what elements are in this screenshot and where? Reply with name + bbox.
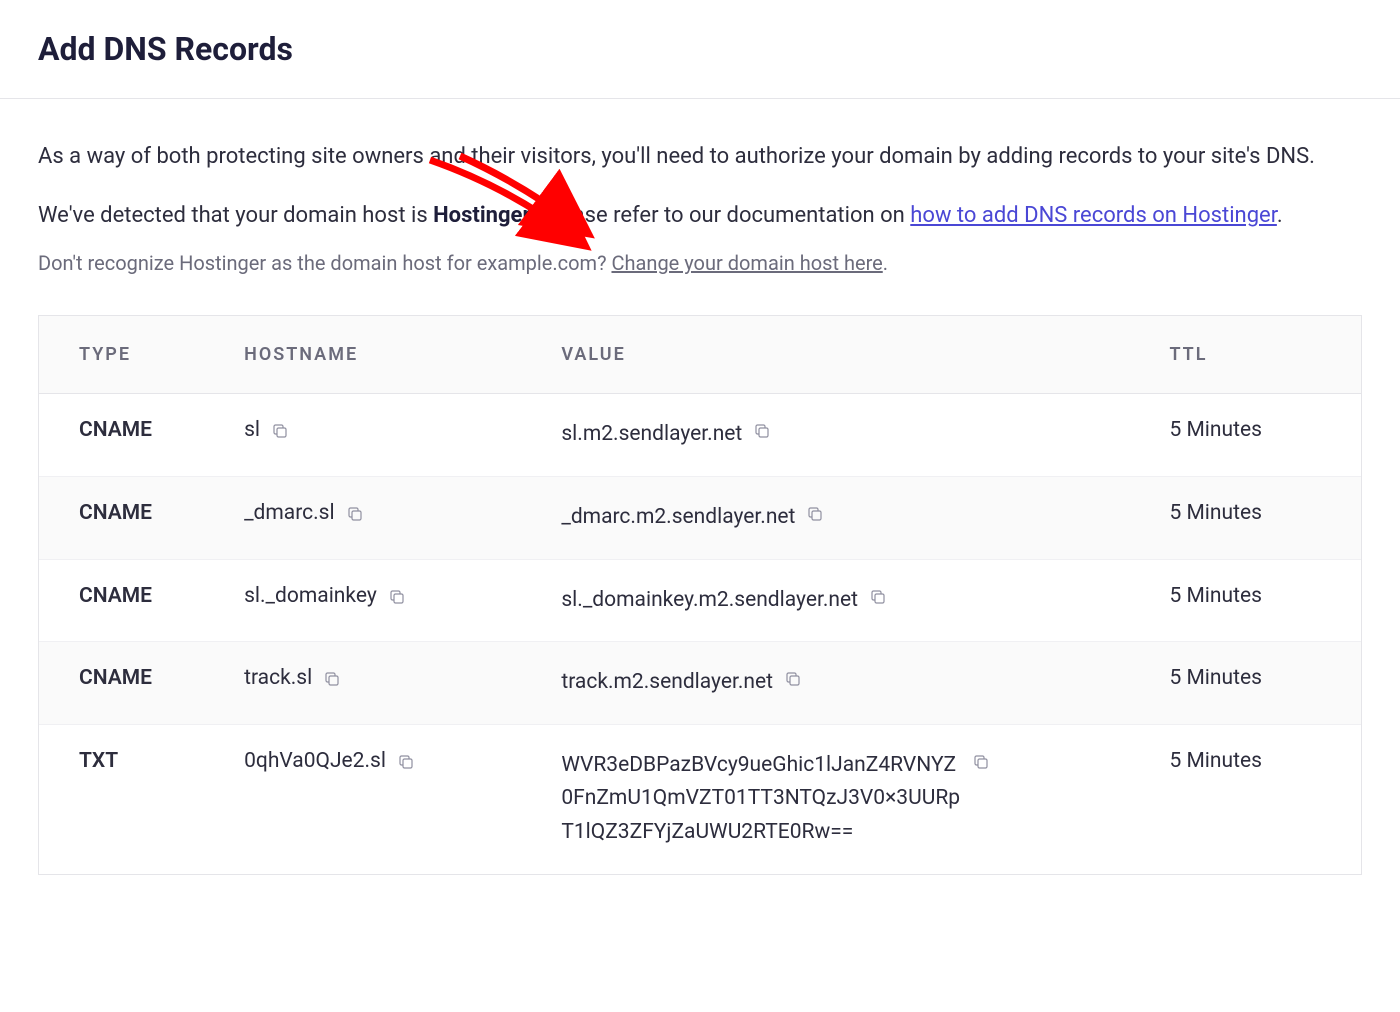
- hostname-text: _dmarc.sl: [244, 501, 335, 525]
- copy-icon[interactable]: [270, 421, 290, 441]
- copy-icon[interactable]: [752, 421, 772, 441]
- detect-suffix: .: [1277, 203, 1283, 228]
- dont-recognize-suffix: .: [883, 251, 888, 275]
- copy-icon[interactable]: [322, 669, 342, 689]
- dont-recognize-paragraph: Don't recognize Hostinger as the domain …: [38, 251, 1362, 275]
- header-ttl: TTL: [1149, 316, 1361, 394]
- cell-ttl: 5 Minutes: [1149, 559, 1361, 642]
- copy-icon[interactable]: [783, 669, 803, 689]
- detect-middle: . Please refer to our documentation on: [531, 203, 911, 228]
- table-row: TXT 0qhVa0QJe2.sl WVR3eDBPazBVcy9ueGhic1lJ…: [39, 724, 1361, 873]
- value-text: _dmarc.m2.sendlayer.net: [561, 501, 795, 535]
- copy-icon[interactable]: [396, 752, 416, 772]
- cell-hostname: _dmarc.sl: [224, 476, 541, 559]
- cell-type: CNAME: [39, 476, 224, 559]
- cell-value: track.m2.sendlayer.net: [541, 642, 1149, 725]
- cell-ttl: 5 Minutes: [1149, 724, 1361, 873]
- cell-type: CNAME: [39, 394, 224, 477]
- change-host-link[interactable]: Change your domain host here: [611, 251, 882, 275]
- cell-ttl: 5 Minutes: [1149, 642, 1361, 725]
- docs-link[interactable]: how to add DNS records on Hostinger: [910, 203, 1277, 228]
- cell-ttl: 5 Minutes: [1149, 476, 1361, 559]
- hostname-text: 0qhVa0QJe2.sl: [244, 749, 386, 773]
- header-value: VALUE: [541, 316, 1149, 394]
- detect-prefix: We've detected that your domain host is: [38, 203, 433, 228]
- detected-host: Hostinger: [433, 203, 530, 228]
- cell-value: _dmarc.m2.sendlayer.net: [541, 476, 1149, 559]
- hostname-text: track.sl: [244, 666, 312, 690]
- table-row: CNAME sl._domainkey sl._domainkey.m2.sendl…: [39, 559, 1361, 642]
- hostname-text: sl._domainkey: [244, 584, 377, 608]
- copy-icon[interactable]: [805, 504, 825, 524]
- copy-icon[interactable]: [345, 504, 365, 524]
- copy-icon[interactable]: [971, 752, 991, 772]
- hostname-text: sl: [244, 418, 260, 442]
- cell-type: TXT: [39, 724, 224, 873]
- cell-value: sl._domainkey.m2.sendlayer.net: [541, 559, 1149, 642]
- cell-hostname: sl: [224, 394, 541, 477]
- value-text: sl.m2.sendlayer.net: [561, 418, 742, 452]
- detect-paragraph: We've detected that your domain host is …: [38, 198, 1362, 233]
- table-row: CNAME track.sl track.m2.sendlayer.net 5 Min…: [39, 642, 1361, 725]
- table-row: CNAME sl sl.m2.sendlayer.net 5 Minutes: [39, 394, 1361, 477]
- cell-type: CNAME: [39, 642, 224, 725]
- table-row: CNAME _dmarc.sl _dmarc.m2.sendlayer.net 5 M…: [39, 476, 1361, 559]
- cell-value: sl.m2.sendlayer.net: [541, 394, 1149, 477]
- value-text: track.m2.sendlayer.net: [561, 666, 773, 700]
- cell-hostname: sl._domainkey: [224, 559, 541, 642]
- cell-hostname: 0qhVa0QJe2.sl: [224, 724, 541, 873]
- cell-ttl: 5 Minutes: [1149, 394, 1361, 477]
- dns-records-table: TYPE HOSTNAME VALUE TTL CNAME sl sl.m2.sen…: [38, 315, 1362, 874]
- intro-paragraph: As a way of both protecting site owners …: [38, 139, 1362, 174]
- table-header-row: TYPE HOSTNAME VALUE TTL: [39, 316, 1361, 394]
- header-type: TYPE: [39, 316, 224, 394]
- value-text: WVR3eDBPazBVcy9ueGhic1lJanZ4RVNYZ0FnZmU1…: [561, 749, 961, 850]
- cell-value: WVR3eDBPazBVcy9ueGhic1lJanZ4RVNYZ0FnZmU1…: [541, 724, 1149, 873]
- dont-recognize-prefix: Don't recognize Hostinger as the domain …: [38, 251, 611, 275]
- header-hostname: HOSTNAME: [224, 316, 541, 394]
- copy-icon[interactable]: [387, 587, 407, 607]
- copy-icon[interactable]: [868, 587, 888, 607]
- cell-type: CNAME: [39, 559, 224, 642]
- cell-hostname: track.sl: [224, 642, 541, 725]
- value-text: sl._domainkey.m2.sendlayer.net: [561, 584, 858, 618]
- page-title: Add DNS Records: [38, 30, 1362, 68]
